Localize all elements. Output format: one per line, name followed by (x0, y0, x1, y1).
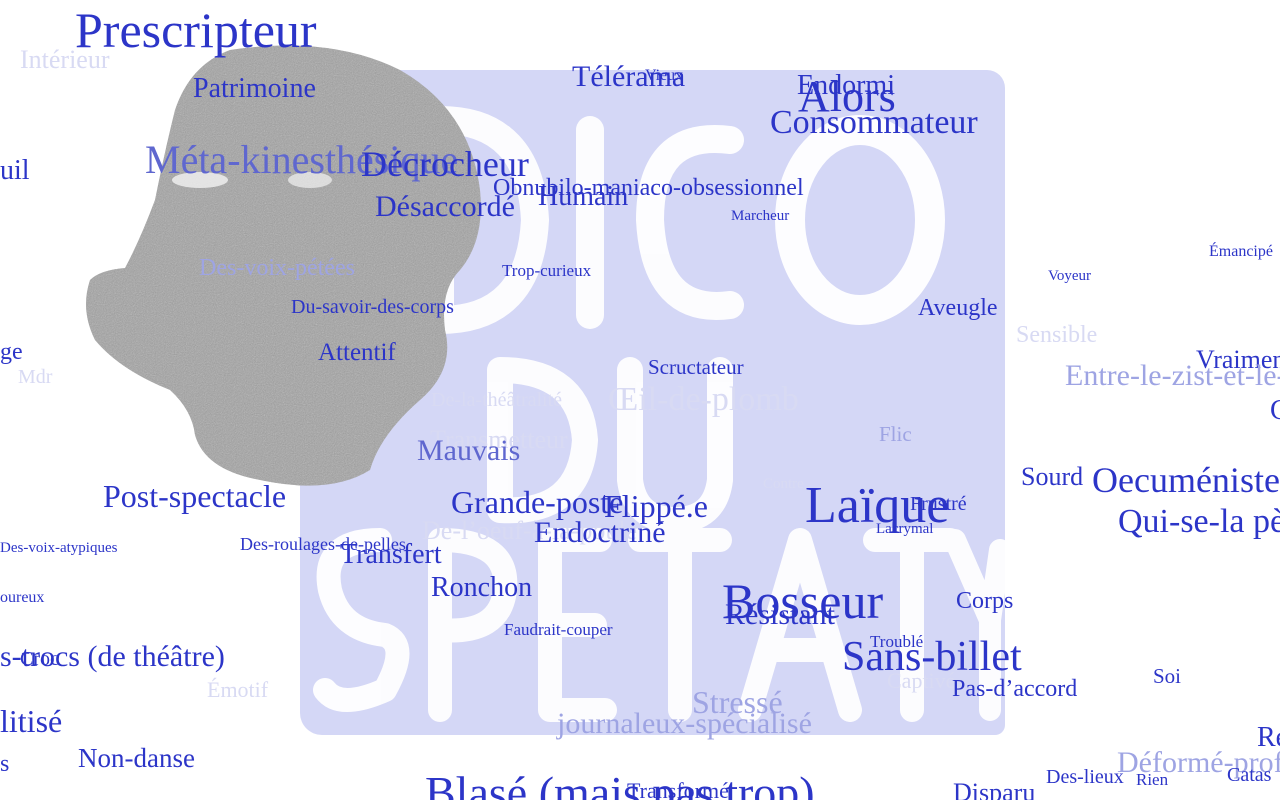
word-patrimoine[interactable]: Patrimoine (193, 75, 316, 103)
word-des-lieux[interactable]: Des-lieux (1046, 767, 1124, 787)
word-pas-d-accord[interactable]: Pas-d’accord (952, 677, 1077, 701)
word-frustre[interactable]: Frustré (910, 494, 967, 514)
word-uil[interactable]: uil (0, 157, 30, 185)
word-consommateur[interactable]: Consommateur (770, 106, 978, 140)
word-journaleux[interactable]: journaleux-spécialisé (557, 709, 812, 739)
word-grande-poste[interactable]: Grande-poste (451, 486, 623, 518)
word-emancipe[interactable]: Émancipé (1209, 244, 1273, 260)
word-humain[interactable]: Humain (538, 183, 628, 211)
word-mdr[interactable]: Mdr (18, 367, 52, 387)
word-du-savoir[interactable]: Du-savoir-des-corps (291, 297, 454, 317)
word-lacrymal[interactable]: Lacrymal (876, 522, 933, 537)
word-cloud-stage: Prescripteur Intérieur Patrimoine Télérama V… (0, 0, 1280, 800)
word-marcheur[interactable]: Marcheur (731, 209, 789, 224)
word-disparu[interactable]: Disparu (953, 780, 1035, 800)
word-entre-le-zist[interactable]: Entre-le-zist-et-le-zest (1065, 361, 1280, 391)
word-trop-curieux[interactable]: Trop-curieux (502, 262, 591, 279)
word-desaccorde[interactable]: Désaccordé (375, 192, 515, 222)
word-oecumeniste[interactable]: Oecuméniste (1092, 462, 1280, 498)
word-transfert[interactable]: Transfert (340, 541, 442, 569)
word-mauvais[interactable]: Mauvais (417, 436, 520, 466)
word-resistant[interactable]: Résistant (725, 600, 835, 630)
word-des-voix-petees[interactable]: Des-voix-pétées (199, 256, 355, 280)
word-de-la-theatralite[interactable]: De-la-théâtralité (431, 390, 562, 410)
word-prescripteur[interactable]: Prescripteur (75, 5, 317, 55)
word-c-edge[interactable]: C (1270, 397, 1280, 425)
word-oeil-de-plomb[interactable]: Œil-de-plomb (608, 383, 799, 417)
word-oureux[interactable]: oureux (0, 590, 44, 606)
word-post-spectacle[interactable]: Post-spectacle (103, 480, 286, 512)
word-voix-atypiques[interactable]: Des-voix-atypiques (0, 541, 117, 556)
word-endoctrine[interactable]: Endoctriné (534, 518, 666, 548)
word-attentif[interactable]: Attentif (318, 340, 396, 365)
word-flic[interactable]: Flic (879, 424, 912, 445)
word-rien[interactable]: Rien (1136, 771, 1168, 788)
word-soi[interactable]: Soi (1153, 666, 1181, 687)
word-ge[interactable]: ge (0, 340, 23, 364)
word-vieux[interactable]: Vieux (645, 68, 683, 84)
word-scructateur[interactable]: Scructateur (648, 357, 744, 378)
word-non-danse[interactable]: Non-danse (78, 745, 195, 772)
word-corps[interactable]: Corps (956, 589, 1013, 613)
word-qui-se-la[interactable]: Qui-se-la pète (1118, 505, 1280, 539)
word-interieur[interactable]: Intérieur (20, 47, 110, 73)
word-sensible[interactable]: Sensible (1016, 323, 1097, 347)
word-catas[interactable]: Catas (1227, 765, 1271, 785)
word-sourd[interactable]: Sourd (1021, 464, 1083, 490)
word-litise[interactable]: litisé (0, 705, 62, 737)
word-blase[interactable]: Blasé (mais pas trop) (425, 770, 815, 800)
word-captive[interactable]: Captivé (887, 670, 955, 692)
word-faudrait-couper[interactable]: Faudrait-couper (504, 621, 613, 638)
word-s-edge[interactable]: s (0, 752, 9, 776)
word-transforme[interactable]: Transformé (627, 780, 729, 800)
word-contre[interactable]: Contre (763, 477, 804, 492)
word-voyeur[interactable]: Voyeur (1048, 269, 1091, 284)
word-ronchon[interactable]: Ronchon (431, 574, 532, 602)
word-aveugle[interactable]: Aveugle (918, 296, 998, 320)
word-emotif[interactable]: Émotif (207, 679, 268, 701)
word-trocs[interactable]: s-trocs (de théâtre) (0, 642, 225, 672)
